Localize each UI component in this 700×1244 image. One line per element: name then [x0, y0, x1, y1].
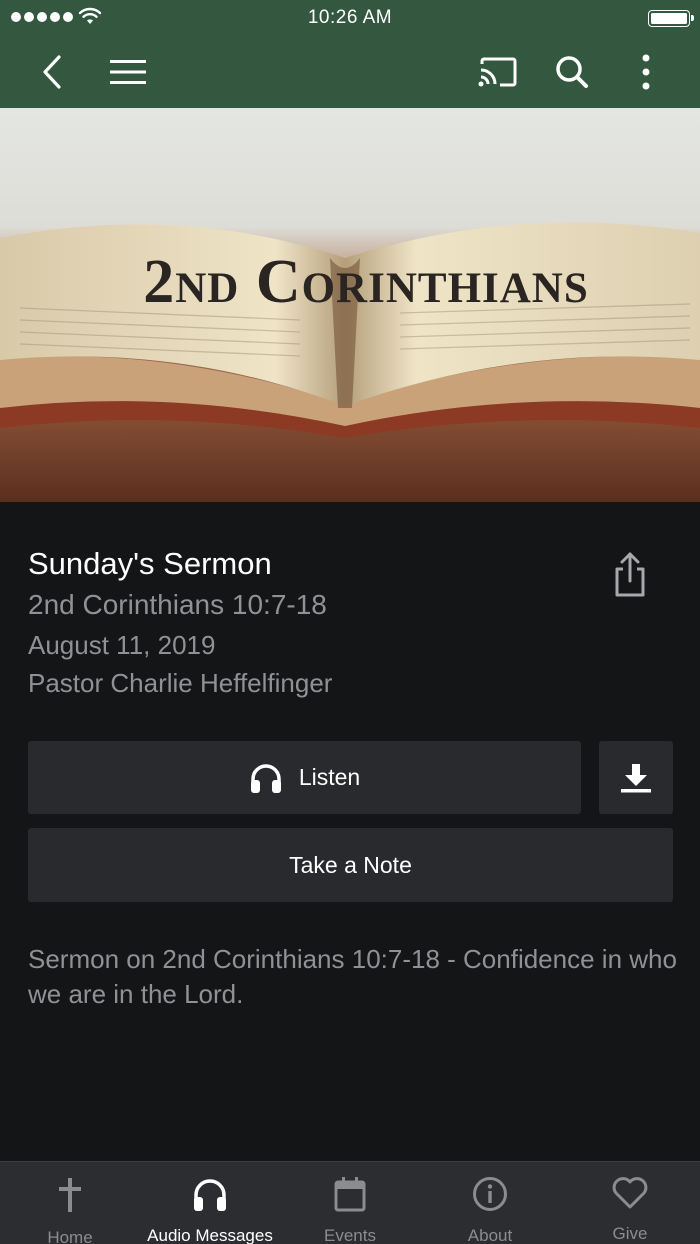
calendar-icon [334, 1177, 366, 1212]
take-note-label: Take a Note [289, 851, 412, 878]
back-icon [43, 55, 61, 89]
heart-icon [612, 1177, 648, 1209]
battery-icon [648, 10, 694, 27]
search-button[interactable] [550, 50, 594, 94]
sermon-speaker: Pastor Charlie Heffelfinger [28, 668, 333, 698]
series-title-text: 2nd Corinthians [143, 248, 589, 316]
info-icon [473, 1177, 507, 1211]
listen-button[interactable]: Listen [28, 741, 581, 814]
headphones-icon [250, 763, 281, 793]
download-icon [621, 763, 651, 792]
tab-bar: Home Audio Messages Events About Give [0, 1161, 700, 1244]
share-icon [615, 552, 645, 597]
cross-icon [59, 1178, 81, 1212]
tab-give[interactable]: Give [560, 1162, 700, 1244]
cast-button[interactable] [476, 50, 520, 94]
tab-label: Give [612, 1224, 648, 1243]
tab-events[interactable]: Events [280, 1162, 420, 1244]
tab-about[interactable]: About [420, 1162, 560, 1244]
tab-home[interactable]: Home [0, 1162, 140, 1244]
tab-label: Home [47, 1228, 93, 1244]
tab-audio-messages[interactable]: Audio Messages [140, 1162, 280, 1244]
status-time: 10:26 AM [307, 7, 393, 28]
download-button[interactable] [599, 741, 673, 814]
search-icon [556, 56, 588, 88]
tab-label: Events [324, 1226, 376, 1244]
sermon-passage: 2nd Corinthians 10:7-18 [28, 589, 327, 620]
share-button[interactable] [608, 548, 652, 600]
headphones-icon [194, 1179, 226, 1211]
back-button[interactable] [30, 50, 74, 94]
more-vertical-icon [642, 54, 650, 90]
status-bar: 10:26 AM [0, 0, 700, 36]
sermon-description: Sermon on 2nd Corinthians 10:7-18 - Conf… [28, 944, 677, 1009]
cast-icon [478, 57, 517, 87]
nav-bar [0, 36, 700, 108]
listen-label: Listen [298, 764, 361, 790]
sermon-details: Sunday's Sermon 2nd Corinthians 10:7-18 … [0, 502, 700, 1161]
menu-icon [110, 60, 146, 84]
tab-label: About [467, 1226, 513, 1244]
menu-button[interactable] [106, 50, 150, 94]
sermon-date: August 11, 2019 [28, 630, 216, 660]
series-artwork: 2nd Corinthians [0, 108, 700, 502]
sermon-title: Sunday's Sermon [28, 546, 272, 581]
take-note-button[interactable]: Take a Note [28, 828, 673, 902]
more-options-button[interactable] [624, 50, 668, 94]
tab-label: Audio Messages [147, 1226, 273, 1244]
